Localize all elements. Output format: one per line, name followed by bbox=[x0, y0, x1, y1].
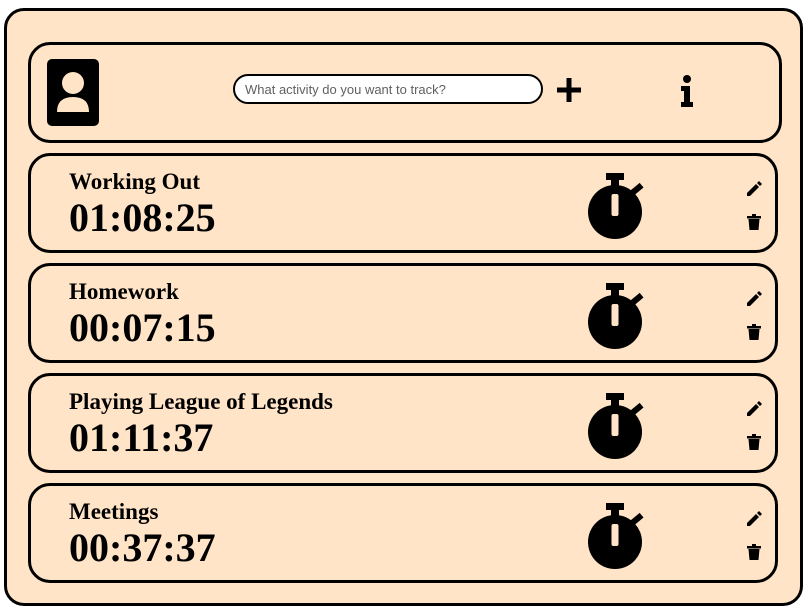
profile-button[interactable] bbox=[47, 59, 99, 126]
activity-list: Working Out 01:08:25 Homework 00:07:15 P… bbox=[28, 153, 778, 593]
edit-activity-button[interactable] bbox=[745, 180, 763, 198]
trash-icon bbox=[747, 544, 761, 560]
stopwatch-icon bbox=[588, 503, 644, 569]
activity-search-input[interactable] bbox=[233, 74, 543, 104]
start-stop-timer-button[interactable] bbox=[587, 282, 649, 352]
activity-name: Homework bbox=[69, 279, 179, 304]
start-stop-timer-button[interactable] bbox=[587, 172, 649, 242]
trash-icon bbox=[747, 214, 761, 230]
delete-activity-button[interactable] bbox=[747, 324, 761, 340]
add-activity-button[interactable] bbox=[552, 73, 586, 107]
stopwatch-icon bbox=[588, 283, 644, 349]
activity-timer-display: 01:11:37 bbox=[69, 415, 214, 460]
stopwatch-icon bbox=[588, 173, 644, 239]
delete-activity-button[interactable] bbox=[747, 544, 761, 560]
activity-card: Playing League of Legends 01:11:37 bbox=[28, 373, 778, 473]
pencil-icon bbox=[747, 511, 762, 526]
activity-timer-display: 00:37:37 bbox=[69, 525, 216, 570]
user-profile-icon bbox=[57, 72, 89, 112]
info-icon bbox=[681, 75, 693, 107]
activity-timer-display: 00:07:15 bbox=[69, 305, 216, 350]
header-bar bbox=[28, 42, 782, 143]
app-container: Working Out 01:08:25 bbox=[4, 8, 803, 606]
activity-card: Homework 00:07:15 bbox=[28, 263, 778, 363]
pencil-icon bbox=[747, 181, 762, 196]
trash-icon bbox=[747, 324, 761, 340]
stopwatch-icon bbox=[588, 393, 644, 459]
activity-name: Working Out bbox=[69, 169, 201, 194]
edit-activity-button[interactable] bbox=[745, 400, 763, 418]
pencil-icon bbox=[747, 291, 762, 306]
start-stop-timer-button[interactable] bbox=[587, 392, 649, 462]
activity-timer-display: 01:08:25 bbox=[69, 195, 216, 240]
activity-name: Playing League of Legends bbox=[69, 389, 333, 414]
edit-activity-button[interactable] bbox=[745, 290, 763, 308]
activity-card: Meetings 00:37:37 bbox=[28, 483, 778, 583]
activity-card: Working Out 01:08:25 bbox=[28, 153, 778, 253]
activity-name: Meetings bbox=[69, 499, 159, 524]
delete-activity-button[interactable] bbox=[747, 434, 761, 450]
start-stop-timer-button[interactable] bbox=[587, 502, 649, 572]
pencil-icon bbox=[747, 401, 762, 416]
info-button[interactable] bbox=[677, 74, 697, 110]
edit-activity-button[interactable] bbox=[745, 510, 763, 528]
plus-icon bbox=[557, 78, 581, 102]
delete-activity-button[interactable] bbox=[747, 214, 761, 230]
trash-icon bbox=[747, 434, 761, 450]
